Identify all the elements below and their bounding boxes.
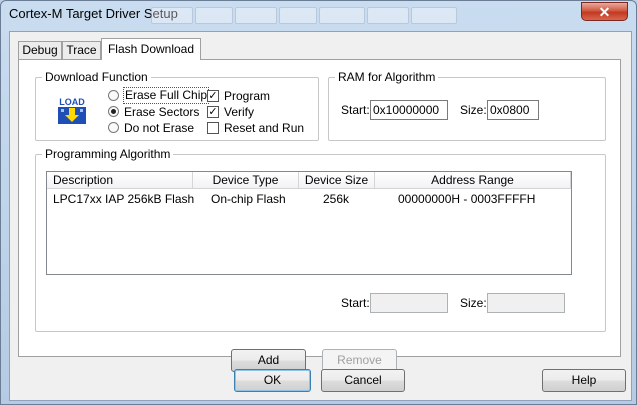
checkbox-verify-label: Verify <box>224 105 255 119</box>
algorithm-list-header: Description Device Type Device Size Addr… <box>47 172 571 189</box>
dialog-window: Cortex-M Target Driver Setup ✕ Debug Tra… <box>0 0 637 405</box>
tab-trace-label: Trace <box>66 43 97 57</box>
cell-address-range: 00000000H - 0003FFFFH <box>398 192 536 206</box>
radio-do-not-erase-label: Do not Erase <box>124 121 195 135</box>
download-function-title: Download Function <box>42 70 151 84</box>
algo-start-input[interactable] <box>370 293 448 313</box>
ram-start-input[interactable]: 0x10000000 <box>370 100 448 120</box>
algo-start-label: Start: <box>341 296 370 310</box>
load-icon-text: LOAD <box>59 97 85 107</box>
title-bar[interactable]: Cortex-M Target Driver Setup ✕ <box>1 1 637 29</box>
checkbox-program-label: Program <box>224 89 271 103</box>
cell-device-size: 256k <box>323 192 350 206</box>
help-button[interactable]: Help <box>542 369 626 392</box>
checkbox-program-box[interactable]: ✓ <box>207 90 219 102</box>
column-header-device-size[interactable]: Device Size <box>299 172 375 189</box>
radio-do-not-erase-indicator[interactable] <box>108 122 119 133</box>
ram-for-algorithm-group: RAM for Algorithm Start: 0x10000000 Size… <box>328 70 606 141</box>
checkbox-verify-box[interactable]: ✓ <box>207 106 219 118</box>
tab-debug[interactable]: Debug <box>18 41 62 59</box>
flash-download-page: Download Function LOAD Erase Full Chip E… <box>18 59 621 372</box>
cancel-button[interactable]: Cancel <box>321 369 405 392</box>
cell-device-type: On-chip Flash <box>211 192 286 206</box>
load-icon: LOAD <box>56 94 88 126</box>
radio-erase-full-chip-label: Erase Full Chip <box>123 87 210 104</box>
tab-debug-label: Debug <box>22 43 58 57</box>
tab-flash-download-label: Flash Download <box>107 42 195 56</box>
algo-size-input[interactable] <box>487 293 565 313</box>
close-button[interactable]: ✕ <box>581 2 628 21</box>
programming-algorithm-group: Programming Algorithm Description Device… <box>35 147 606 332</box>
tab-trace[interactable]: Trace <box>62 41 101 59</box>
ram-size-input[interactable]: 0x0800 <box>487 100 539 120</box>
radio-erase-sectors-label: Erase Sectors <box>124 105 200 119</box>
close-icon: ✕ <box>598 4 611 20</box>
radio-erase-full-chip-indicator[interactable] <box>108 90 119 101</box>
cell-description: LPC17xx IAP 256kB Flash <box>53 192 195 206</box>
column-header-description[interactable]: Description <box>47 172 193 189</box>
ram-for-algorithm-title: RAM for Algorithm <box>335 70 439 84</box>
dialog-client-area: Debug Trace Flash Download Download Func… <box>9 31 632 401</box>
ram-size-label: Size: <box>460 103 487 117</box>
algorithm-list[interactable]: Description Device Type Device Size Addr… <box>46 171 572 275</box>
algo-size-label: Size: <box>460 296 487 310</box>
ok-button[interactable]: OK <box>234 369 311 392</box>
radio-erase-sectors-indicator[interactable] <box>108 106 119 117</box>
programming-algorithm-title: Programming Algorithm <box>42 147 174 161</box>
download-function-group: Download Function LOAD Erase Full Chip E… <box>35 70 319 141</box>
checkbox-reset-and-run-label: Reset and Run <box>224 121 305 135</box>
column-header-address-range[interactable]: Address Range <box>375 172 571 189</box>
checkbox-reset-and-run-box[interactable] <box>207 122 219 134</box>
table-row[interactable]: LPC17xx IAP 256kB Flash On-chip Flash 25… <box>47 190 571 208</box>
tab-flash-download[interactable]: Flash Download <box>101 38 201 60</box>
ram-start-label: Start: <box>341 103 370 117</box>
column-header-device-type[interactable]: Device Type <box>193 172 299 189</box>
